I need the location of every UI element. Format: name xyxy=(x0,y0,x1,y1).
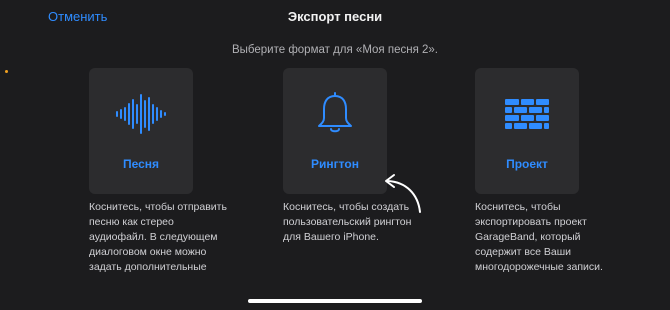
bell-icon xyxy=(283,92,387,136)
song-label: Песня xyxy=(122,157,160,171)
home-indicator[interactable] xyxy=(248,299,422,303)
format-prompt: Выберите формат для «Моя песня 2». xyxy=(231,44,438,56)
pointer-arrow-icon xyxy=(385,174,421,213)
export-song-card[interactable]: Песня xyxy=(89,68,193,194)
page-title: Экспорт песни xyxy=(287,9,383,24)
project-label: Проект xyxy=(506,157,548,171)
ringtone-label: Рингтон xyxy=(311,157,359,171)
project-description: Коснитесь, чтобы экспортировать проект G… xyxy=(475,201,603,273)
status-dot xyxy=(5,70,8,73)
song-description: Коснитесь, чтобы отправить песню как сте… xyxy=(89,201,227,273)
export-ringtone-card[interactable]: Рингтон xyxy=(283,68,387,194)
waveform-icon xyxy=(89,92,193,136)
export-project-card[interactable]: Проект xyxy=(475,68,579,194)
bricks-icon xyxy=(475,92,579,136)
